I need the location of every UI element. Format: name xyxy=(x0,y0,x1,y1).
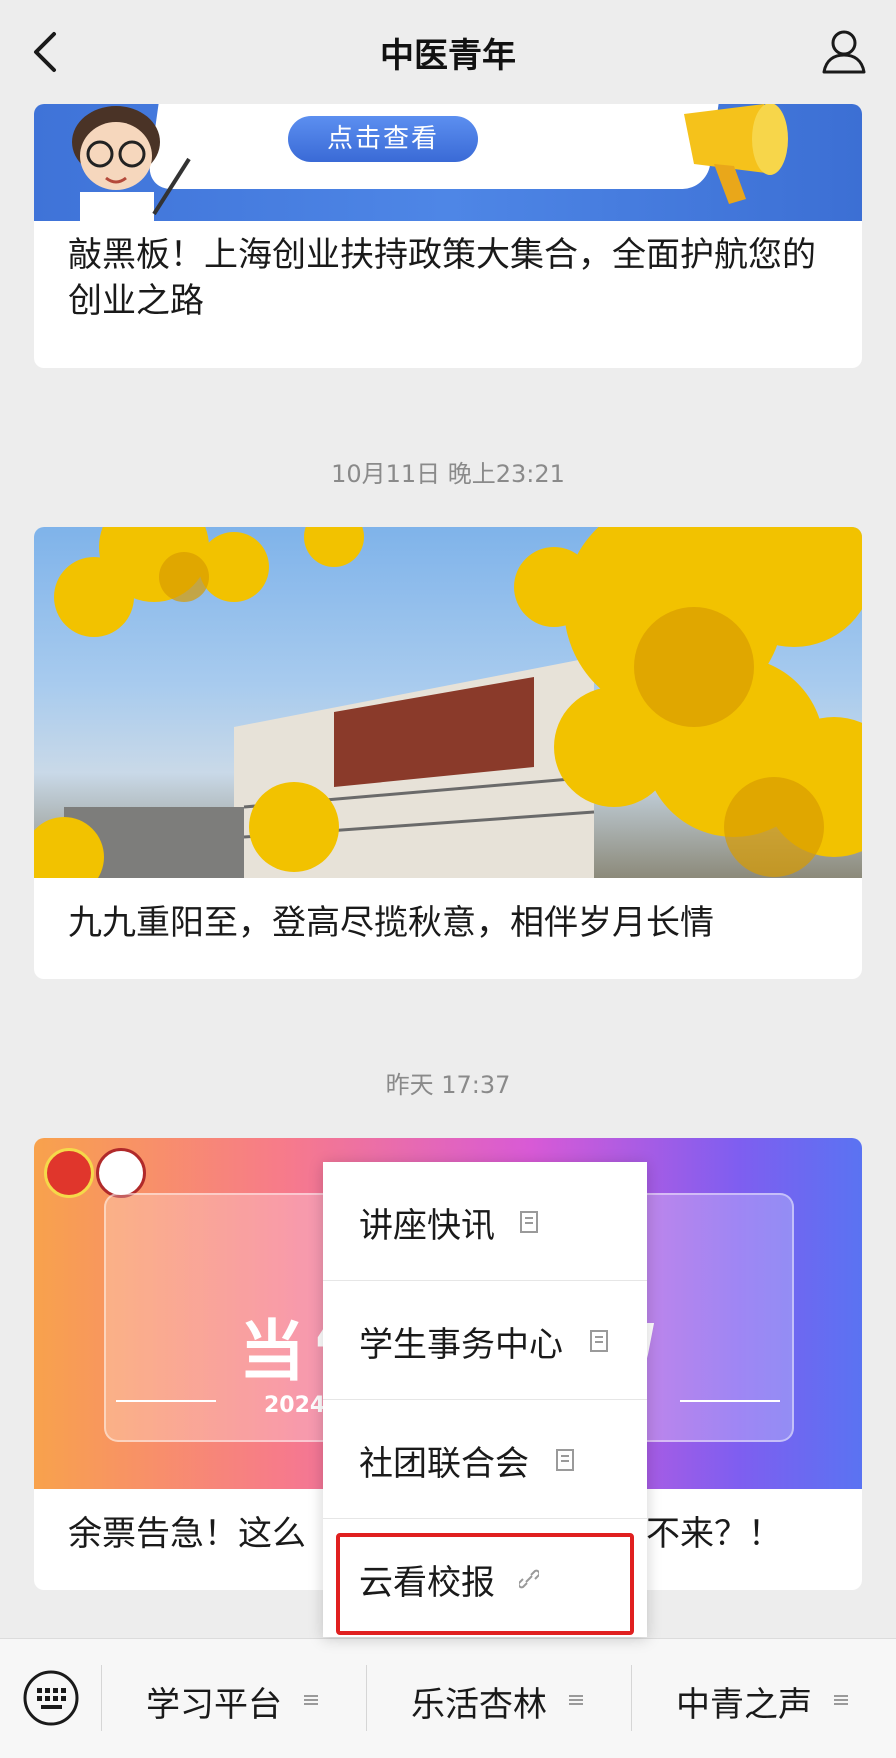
menu-tab-lehuo-xinglin[interactable]: 乐活杏林 xyxy=(367,1639,631,1758)
menu-item-lecture-news[interactable]: 讲座快讯 xyxy=(323,1162,647,1281)
megaphone-icon xyxy=(684,104,788,204)
person-icon xyxy=(822,30,866,74)
menu-icon xyxy=(304,1695,318,1705)
bottom-menu-bar: 学习平台 乐活杏林 中青之声 xyxy=(0,1638,896,1758)
article-cover-image xyxy=(34,527,862,878)
article-banner: 点击查看 xyxy=(34,104,862,221)
menu-item-club-union[interactable]: 社团联合会 xyxy=(323,1400,647,1519)
keyboard-toggle-button[interactable] xyxy=(22,1669,80,1727)
document-icon xyxy=(556,1449,574,1471)
document-icon xyxy=(590,1330,608,1352)
page-title: 中医青年 xyxy=(380,36,516,76)
menu-tab-zhongqing-voice[interactable]: 中青之声 xyxy=(632,1639,896,1758)
menu-tab-study-platform[interactable]: 学习平台 xyxy=(102,1639,366,1758)
article-card[interactable]: 九九重阳至，登高尽揽秋意，相伴岁月长情 xyxy=(34,527,862,979)
article-card[interactable]: 点击查看 敲黑板！上海创业扶持政策大集合，全面护航您的创业之路 xyxy=(34,104,862,368)
article-title: 敲黑板！上海创业扶持政策大集合，全面护航您的创业之路 xyxy=(68,235,816,321)
menu-icon xyxy=(569,1695,583,1705)
message-timestamp: 10月11日 晚上23:21 xyxy=(331,460,565,488)
highlight-box xyxy=(336,1533,634,1635)
article-title: 九九重阳至，登高尽揽秋意，相伴岁月长情 xyxy=(68,903,714,943)
article-title-left: 余票告急！这么 xyxy=(68,1514,306,1554)
keyboard-icon xyxy=(23,1670,79,1726)
youth-league-logo xyxy=(44,1148,94,1198)
top-nav-bar: 中医青年 xyxy=(0,0,896,104)
university-logo xyxy=(96,1148,146,1198)
message-timestamp: 昨天 17:37 xyxy=(385,1071,511,1099)
menu-item-student-affairs[interactable]: 学生事务中心 xyxy=(323,1281,647,1400)
teacher-cartoon-icon xyxy=(72,106,191,221)
view-details-button[interactable]: 点击查看 xyxy=(288,116,478,162)
banner-year: 2024 xyxy=(264,1393,326,1418)
document-icon xyxy=(520,1211,538,1233)
profile-button[interactable] xyxy=(820,28,868,76)
menu-icon xyxy=(834,1695,848,1705)
article-title-right: 不来？！ xyxy=(646,1514,782,1554)
